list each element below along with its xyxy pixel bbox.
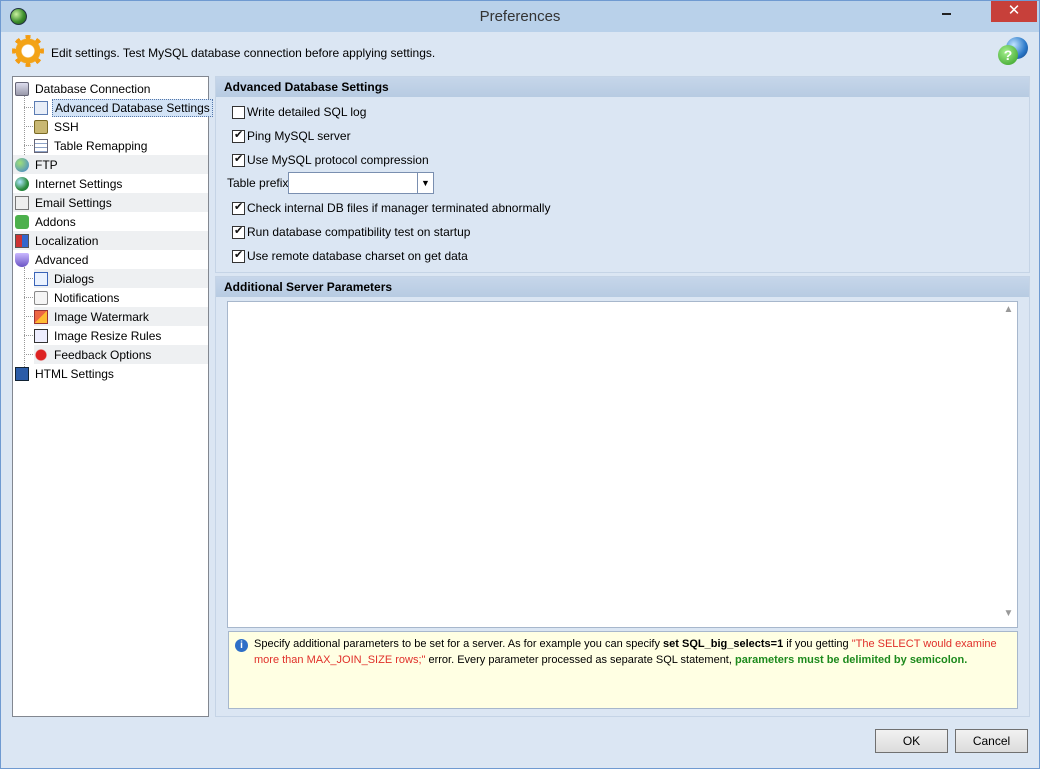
tree-item-notifications[interactable]: Notifications bbox=[34, 288, 208, 307]
shield-icon bbox=[15, 252, 29, 267]
dialog-icon bbox=[34, 271, 48, 286]
tree-item-label: Addons bbox=[35, 214, 76, 229]
header-description: Edit settings. Test MySQL database conne… bbox=[51, 46, 436, 60]
scroll-up-icon[interactable]: ▲ bbox=[1000, 304, 1017, 321]
tree-item-html-settings[interactable]: HTML Settings bbox=[15, 364, 210, 383]
tree-item-label: Database Connection bbox=[35, 81, 151, 96]
info-code-example: set SQL_big_selects=1 bbox=[663, 638, 784, 650]
chevron-down-icon[interactable]: ▼ bbox=[417, 173, 433, 193]
watermark-icon bbox=[34, 309, 48, 324]
resize-icon bbox=[34, 328, 48, 343]
tree-item-database-connection[interactable]: Database Connection bbox=[15, 79, 210, 98]
help-icon: ? bbox=[998, 45, 1018, 65]
tree-item-feedback-options[interactable]: Feedback Options bbox=[34, 345, 208, 364]
checkbox-box[interactable] bbox=[232, 224, 245, 239]
tree-item-label: FTP bbox=[35, 157, 58, 172]
lock-icon bbox=[34, 119, 48, 134]
server-parameters-textarea[interactable]: ▲ ▼ bbox=[227, 301, 1018, 628]
tree-item-label: Internet Settings bbox=[35, 176, 123, 191]
help-button[interactable]: ? bbox=[998, 37, 1028, 67]
tree-item-label: Image Resize Rules bbox=[54, 328, 162, 343]
write-sql-log-checkbox[interactable]: Write detailed SQL log bbox=[232, 104, 366, 120]
checkbox-box[interactable] bbox=[232, 200, 245, 215]
checkbox-box[interactable] bbox=[232, 105, 245, 119]
globe-icon bbox=[15, 176, 29, 191]
tree-item-ftp[interactable]: FTP bbox=[13, 155, 208, 174]
tree-item-internet-settings[interactable]: Internet Settings bbox=[15, 174, 210, 193]
table-prefix-label: Table prefix bbox=[227, 176, 289, 190]
tree-item-label: HTML Settings bbox=[35, 366, 114, 381]
info-emphasis: parameters must be delimited by semicolo… bbox=[734, 654, 968, 666]
ok-button-label: OK bbox=[902, 734, 921, 748]
flag-icon bbox=[15, 233, 29, 248]
info-text: Specify additional parameters to be set … bbox=[254, 638, 664, 650]
info-hint-box: i Specify additional parameters to be se… bbox=[228, 631, 1018, 709]
info-text: if you getting bbox=[783, 638, 852, 650]
puzzle-icon bbox=[15, 214, 29, 229]
tree-item-advanced-database-settings[interactable]: Advanced Database Settings bbox=[34, 98, 213, 117]
tree-item-localization[interactable]: Localization bbox=[13, 231, 208, 250]
settings-gear-icon bbox=[12, 35, 44, 67]
tree-item-image-watermark[interactable]: Image Watermark bbox=[34, 307, 208, 326]
tree-item-email-settings[interactable]: Email Settings bbox=[13, 193, 208, 212]
checkbox-box[interactable] bbox=[232, 248, 245, 263]
tree-item-dialogs[interactable]: Dialogs bbox=[34, 269, 208, 288]
panel-title: Advanced Database Settings bbox=[216, 77, 1029, 97]
checkbox-box[interactable] bbox=[232, 152, 245, 167]
vertical-scrollbar[interactable]: ▲ ▼ bbox=[1000, 302, 1017, 627]
settings-tree: Database Connection Advanced Database Se… bbox=[12, 76, 213, 717]
preferences-window: Preferences ✕ Edit settings. Test MySQL … bbox=[0, 0, 1040, 769]
checkbox-label: Use remote database charset on get data bbox=[247, 249, 468, 263]
scroll-down-icon[interactable]: ▼ bbox=[1000, 608, 1017, 625]
compatibility-test-checkbox[interactable]: Run database compatibility test on start… bbox=[232, 224, 470, 240]
tree-item-addons[interactable]: Addons bbox=[15, 212, 210, 231]
tree-item-image-resize-rules[interactable]: Image Resize Rules bbox=[34, 326, 208, 345]
checkbox-label: Use MySQL protocol compression bbox=[247, 153, 429, 167]
tree-item-label: Notifications bbox=[54, 290, 120, 305]
checkbox-label: Run database compatibility test on start… bbox=[247, 225, 471, 239]
info-icon: i bbox=[235, 639, 248, 652]
notification-icon bbox=[34, 290, 48, 305]
checkbox-box[interactable] bbox=[232, 128, 245, 143]
tree-item-label: SSH bbox=[54, 119, 79, 134]
header: Edit settings. Test MySQL database conne… bbox=[2, 32, 1038, 72]
tree-item-label: Localization bbox=[35, 233, 99, 248]
checkbox-label: Write detailed SQL log bbox=[247, 105, 367, 119]
table-icon bbox=[34, 138, 48, 153]
table-prefix-combobox[interactable]: ▼ bbox=[288, 172, 434, 194]
minimize-button[interactable] bbox=[941, 5, 955, 21]
checkbox-label: Ping MySQL server bbox=[247, 129, 351, 143]
tree-item-label: Advanced Database Settings bbox=[52, 98, 213, 117]
title-bar: Preferences ✕ bbox=[1, 1, 1039, 32]
close-button[interactable]: ✕ bbox=[991, 1, 1037, 22]
protocol-compression-checkbox[interactable]: Use MySQL protocol compression bbox=[232, 152, 429, 168]
tree-item-ssh[interactable]: SSH bbox=[34, 117, 209, 136]
ftp-icon bbox=[15, 157, 29, 172]
tree-item-label: Image Watermark bbox=[54, 309, 149, 324]
ping-mysql-checkbox[interactable]: Ping MySQL server bbox=[232, 128, 351, 144]
tree-item-label: Email Settings bbox=[35, 195, 112, 210]
cancel-button-label: Cancel bbox=[972, 734, 1011, 748]
panel-title: Additional Server Parameters bbox=[216, 277, 1029, 297]
tree-item-label: Table Remapping bbox=[54, 138, 148, 153]
html-icon bbox=[15, 366, 29, 381]
ok-button[interactable]: OK bbox=[875, 729, 948, 753]
tree-item-label: Dialogs bbox=[54, 271, 95, 286]
bug-icon bbox=[34, 347, 48, 362]
check-internal-db-checkbox[interactable]: Check internal DB files if manager termi… bbox=[232, 200, 550, 216]
tree-item-advanced[interactable]: Advanced bbox=[15, 250, 210, 269]
envelope-icon bbox=[15, 195, 29, 210]
database-icon bbox=[15, 81, 29, 96]
tree-item-table-remapping[interactable]: Table Remapping bbox=[34, 136, 209, 155]
document-icon bbox=[34, 100, 48, 115]
window-title: Preferences bbox=[479, 8, 561, 25]
cancel-button[interactable]: Cancel bbox=[955, 729, 1028, 753]
tree-item-label: Advanced bbox=[35, 252, 89, 267]
checkbox-label: Check internal DB files if manager termi… bbox=[247, 201, 551, 215]
tree-item-label: Feedback Options bbox=[54, 347, 152, 362]
info-text: error. Every parameter processed as sepa… bbox=[425, 654, 735, 666]
remote-charset-checkbox[interactable]: Use remote database charset on get data bbox=[232, 248, 468, 264]
